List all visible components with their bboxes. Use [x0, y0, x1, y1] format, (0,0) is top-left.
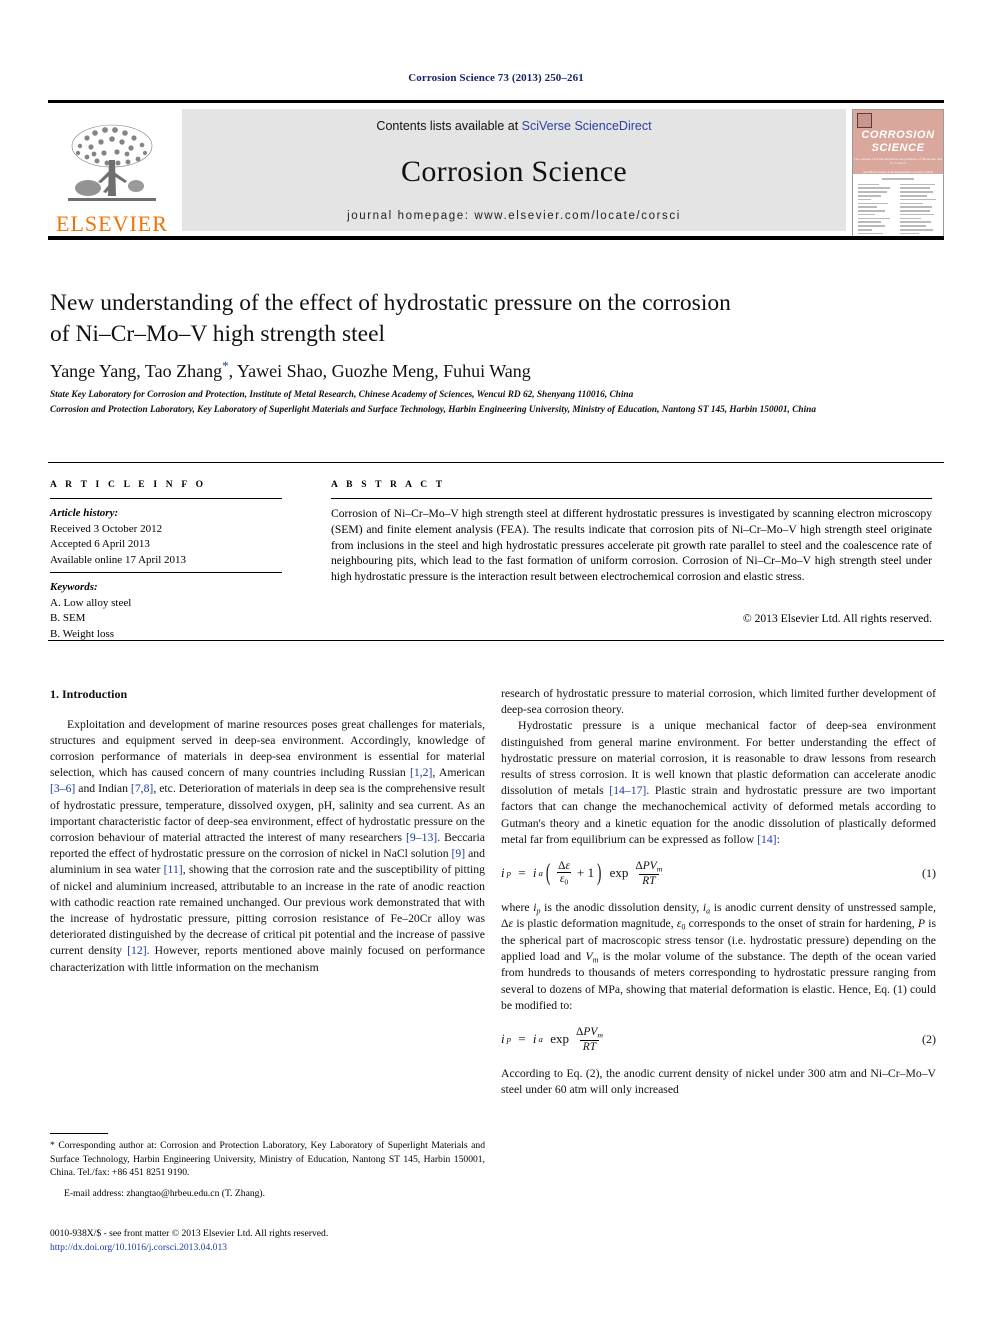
- citation-ref[interactable]: [9–13]: [406, 831, 437, 844]
- paper-page: Corrosion Science 73 (2013) 250–261 ELSE…: [0, 0, 992, 1323]
- keywords-label: Keywords:: [50, 581, 98, 593]
- journal-masthead: ELSEVIER Contents lists available at Sci…: [48, 100, 944, 237]
- elsevier-tree-icon: [68, 124, 156, 201]
- section-heading-introduction: 1. Introduction: [50, 687, 128, 701]
- article-history-received: Received 3 October 2012: [50, 522, 163, 535]
- intro-text-b: , American: [432, 766, 485, 780]
- right-paragraph-2: Hydrostatic pressure is a unique mechani…: [501, 718, 936, 848]
- email-owner: (T. Zhang).: [219, 1188, 266, 1199]
- intro-paragraph-1: Exploitation and development of marine r…: [50, 717, 485, 976]
- journal-band: Contents lists available at SciVerse Sci…: [182, 109, 846, 231]
- keywords-list: Keywords: A. Low alloy steel B. SEM B. W…: [50, 580, 290, 642]
- cover-title-line1: CORROSION: [861, 129, 935, 141]
- cover-emblem-icon: [857, 113, 872, 128]
- citation-ref[interactable]: [12]: [127, 944, 146, 957]
- equation-1-number: (1): [922, 866, 936, 881]
- sciencedirect-link[interactable]: SciVerse ScienceDirect: [522, 119, 652, 133]
- body-column-right: research of hydrostatic pressure to mate…: [501, 686, 936, 1098]
- citation-ref[interactable]: [9]: [452, 847, 466, 860]
- fraction-dpvm-rt-2: ΔPVm RT: [575, 1026, 603, 1053]
- body-column-left: 1. Introduction Exploitation and develop…: [50, 686, 485, 976]
- cover-title-line2: SCIENCE: [871, 142, 925, 154]
- cover-contents-lines: [853, 174, 943, 236]
- article-history-online: Available online 17 April 2013: [50, 553, 187, 566]
- article-info-rule: [50, 498, 282, 499]
- elsevier-logo: ELSEVIER: [48, 109, 176, 237]
- left-paren: (: [545, 859, 551, 887]
- abstract-rule: [331, 498, 932, 499]
- citation-ref[interactable]: [14–17]: [609, 784, 646, 797]
- footnote-rule: [50, 1133, 108, 1134]
- authors-before-star: Yange Yang, Tao Zhang: [50, 361, 223, 381]
- cover-header: CORROSION SCIENCE The Journal on Environ…: [853, 110, 943, 174]
- footnote-text: Corresponding author at: Corrosion and P…: [50, 1140, 485, 1179]
- article-history-accepted: Accepted 6 April 2013: [50, 538, 150, 551]
- email-link[interactable]: zhangtao@hrbeu.edu.cn: [124, 1188, 219, 1199]
- citation-ref[interactable]: [11]: [164, 863, 183, 876]
- equation-2-body: ip = ia exp ΔPVm RT: [501, 1026, 608, 1053]
- article-info-heading: A R T I C L E I N F O: [50, 480, 207, 490]
- elsevier-wordmark: ELSEVIER: [56, 211, 168, 236]
- affiliation-a: State Key Laboratory for Corrosion and P…: [50, 390, 634, 400]
- fraction-delta-epsilon: Δε ε0: [556, 860, 572, 887]
- contents-available-line: Contents lists available at SciVerse Sci…: [376, 119, 651, 133]
- right-paragraph-1: research of hydrostatic pressure to mate…: [501, 687, 936, 717]
- right-paren: ): [596, 859, 602, 887]
- article-history: Article history: Received 3 October 2012…: [50, 506, 290, 568]
- intro-text-c: and Indian: [75, 782, 131, 796]
- keyword-item: B. SEM: [50, 612, 86, 625]
- journal-title: Corrosion Science: [401, 154, 627, 188]
- fraction-dpvm-rt: ΔPVm RT: [635, 860, 663, 887]
- abstract-text: Corrosion of Ni–Cr–Mo–V high strength st…: [331, 507, 932, 584]
- authors-after-star: , Yawei Shao, Guozhe Meng, Fuhui Wang: [228, 361, 531, 381]
- journal-cover-thumbnail: CORROSION SCIENCE The Journal on Environ…: [852, 109, 944, 237]
- info-block-top-rule: [48, 462, 944, 463]
- imprint-block: 0010-938X/$ - see front matter © 2013 El…: [50, 1227, 485, 1256]
- right-text-c: :: [776, 832, 780, 846]
- equation-2: ip = ia exp ΔPVm RT (2): [501, 1026, 936, 1053]
- info-block-bottom-rule: [48, 640, 944, 641]
- abstract-copyright: © 2013 Elsevier Ltd. All rights reserved…: [742, 612, 932, 625]
- title-line-2: of Ni–Cr–Mo–V high strength steel: [50, 321, 386, 348]
- equation-1-body: ip = ia ( Δε ε0 + 1 ) exp ΔPVm RT: [501, 860, 667, 887]
- page-title: New understanding of the effect of hydro…: [50, 288, 930, 351]
- running-head: Corrosion Science 73 (2013) 250–261: [408, 72, 584, 84]
- affiliation-b: Corrosion and Protection Laboratory, Key…: [50, 405, 816, 415]
- author-list: Yange Yang, Tao Zhang*, Yawei Shao, Guoz…: [50, 358, 930, 382]
- equation-1: ip = ia ( Δε ε0 + 1 ) exp ΔPVm RT (1): [501, 860, 936, 887]
- right-paragraph-4: According to Eq. (2), the anodic current…: [501, 1066, 936, 1096]
- contents-prefix: Contents lists available at: [376, 119, 522, 133]
- journal-homepage-link[interactable]: journal homepage: www.elsevier.com/locat…: [347, 210, 681, 222]
- citation-ref[interactable]: [7,8]: [131, 782, 153, 795]
- title-line-1: New understanding of the effect of hydro…: [50, 290, 731, 316]
- corresponding-author-footnote: * Corresponding author at: Corrosion and…: [50, 1139, 485, 1180]
- email-footnote: E-mail address: zhangtao@hrbeu.edu.cn (T…: [50, 1188, 485, 1199]
- citation-ref[interactable]: [1,2]: [410, 766, 432, 779]
- doi-link[interactable]: http://dx.doi.org/10.1016/j.corsci.2013.…: [50, 1241, 485, 1255]
- cover-tagline: The Journal on Environmental Degradation…: [853, 157, 943, 165]
- keywords-rule: [50, 572, 282, 573]
- citation-ref[interactable]: [3–6]: [50, 782, 75, 795]
- citation-ref[interactable]: [14]: [757, 833, 776, 846]
- email-label: E-mail address:: [64, 1188, 124, 1199]
- cover-tagline2: An Official Journal of the International…: [862, 170, 933, 174]
- abstract-heading: A B S T R A C T: [331, 480, 446, 490]
- article-history-label: Article history:: [50, 507, 119, 519]
- masthead-bottom-rule: [48, 236, 944, 240]
- right-paragraph-3: where ip is the anodic dissolution densi…: [501, 900, 937, 1012]
- keyword-item: A. Low alloy steel: [50, 596, 132, 609]
- issn-line: 0010-938X/$ - see front matter © 2013 El…: [50, 1228, 329, 1239]
- equation-2-number: (2): [922, 1032, 936, 1047]
